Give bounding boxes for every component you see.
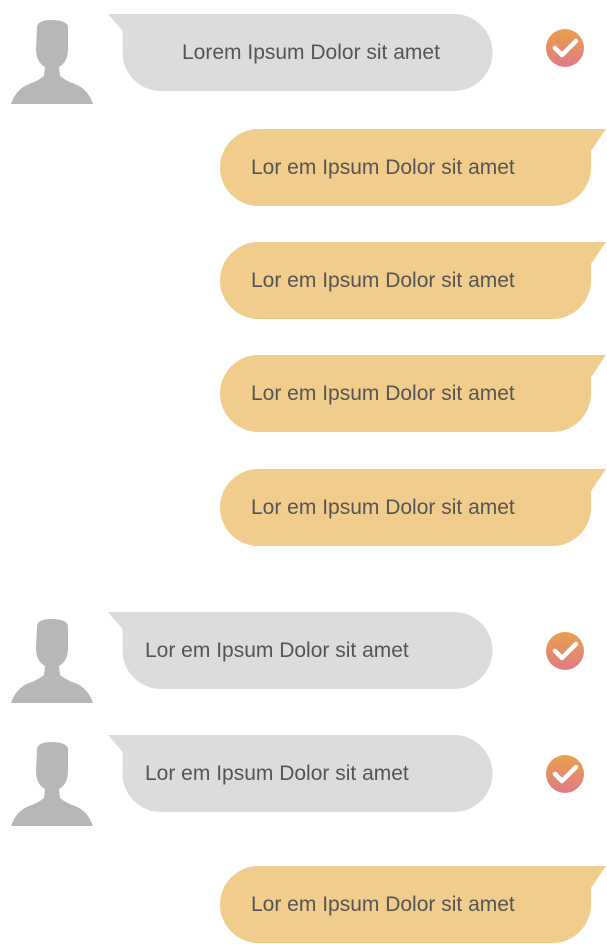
message-text: Lor em Ipsum Dolor sit amet bbox=[145, 638, 409, 662]
outgoing-message-bubble[interactable]: Lor em Ipsum Dolor sit amet bbox=[220, 355, 607, 432]
message-text: Lorem Ipsum Dolor sit amet bbox=[182, 40, 440, 64]
user-avatar-icon bbox=[11, 617, 93, 703]
message-text: Lor em Ipsum Dolor sit amet bbox=[251, 381, 515, 405]
incoming-message-bubble[interactable]: Lorem Ipsum Dolor sit amet bbox=[106, 14, 493, 91]
message-text: Lor em Ipsum Dolor sit amet bbox=[145, 761, 409, 785]
outgoing-message-bubble[interactable]: Lor em Ipsum Dolor sit amet bbox=[220, 469, 607, 546]
outgoing-message-bubble[interactable]: Lor em Ipsum Dolor sit amet bbox=[220, 866, 607, 943]
message-text: Lor em Ipsum Dolor sit amet bbox=[251, 268, 515, 292]
check-circle-icon bbox=[545, 631, 585, 671]
message-text: Lor em Ipsum Dolor sit amet bbox=[251, 495, 515, 519]
outgoing-message-bubble[interactable]: Lor em Ipsum Dolor sit amet bbox=[220, 242, 607, 319]
incoming-message-bubble[interactable]: Lor em Ipsum Dolor sit amet bbox=[106, 612, 493, 689]
user-avatar-icon bbox=[11, 18, 93, 104]
check-circle-icon bbox=[545, 28, 585, 68]
check-circle-icon bbox=[545, 754, 585, 794]
incoming-message-bubble[interactable]: Lor em Ipsum Dolor sit amet bbox=[106, 735, 493, 812]
message-text: Lor em Ipsum Dolor sit amet bbox=[251, 155, 515, 179]
outgoing-message-bubble[interactable]: Lor em Ipsum Dolor sit amet bbox=[220, 129, 607, 206]
user-avatar-icon bbox=[11, 740, 93, 826]
message-text: Lor em Ipsum Dolor sit amet bbox=[251, 892, 515, 916]
